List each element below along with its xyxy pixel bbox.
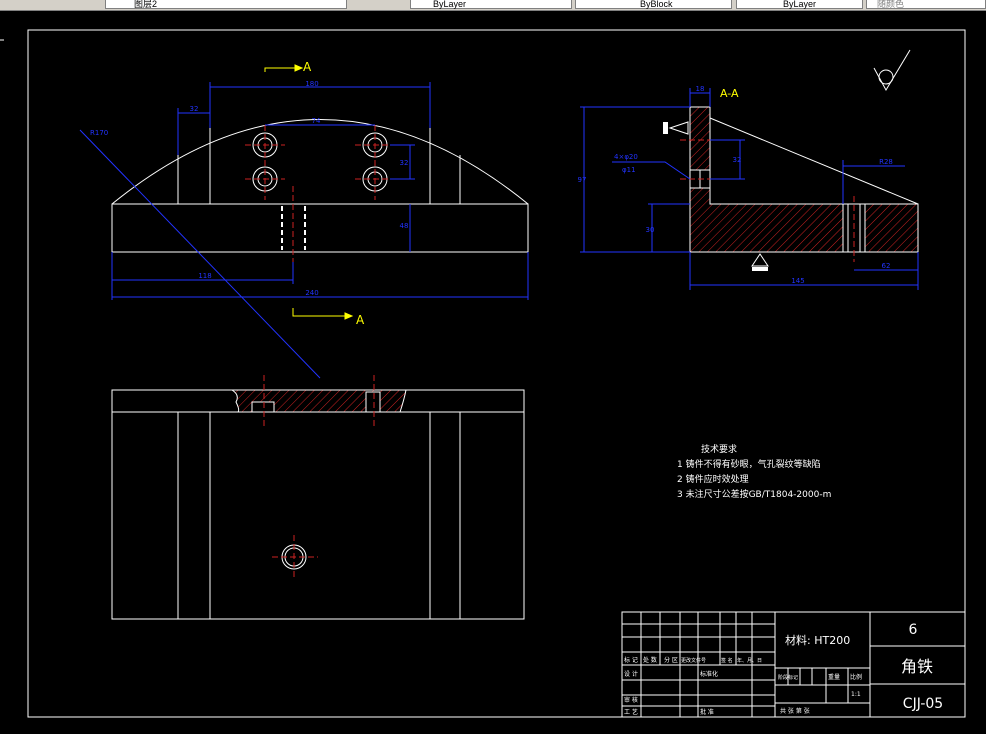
svg-text:97: 97 bbox=[578, 176, 587, 184]
svg-text:18: 18 bbox=[696, 85, 705, 93]
svg-text:标准化: 标准化 bbox=[700, 670, 718, 678]
title-block-text: 材料: HT200 6 角铁 CJJ-05 标 记 处 数 分 区 更改文件号 … bbox=[624, 622, 943, 716]
front-holes bbox=[252, 132, 388, 192]
svg-text:74: 74 bbox=[312, 117, 321, 125]
front-dim-text: 180 74 32 32 48 118 240 R170 bbox=[90, 80, 408, 297]
quantity-value: 6 bbox=[909, 622, 918, 638]
svg-text:分 区: 分 区 bbox=[664, 656, 678, 664]
side-section-view bbox=[663, 106, 919, 271]
svg-text:32: 32 bbox=[733, 156, 742, 164]
linetype-control-dropdown[interactable]: ByBlock bbox=[575, 0, 732, 9]
drawing-canvas[interactable]: 180 74 32 32 48 118 240 R170 A A A-A 18 … bbox=[0, 11, 986, 730]
svg-text:标 记: 标 记 bbox=[624, 656, 638, 664]
svg-text:62: 62 bbox=[882, 262, 891, 270]
lineweight-control-dropdown[interactable]: ByLayer bbox=[736, 0, 863, 9]
svg-text:签 名: 签 名 bbox=[721, 657, 733, 664]
tech-req-title: 技术要求 bbox=[701, 443, 737, 455]
svg-text:比例: 比例 bbox=[850, 673, 862, 681]
tech-req-item: 3 未注尺寸公差按GB/T1804-2000-m bbox=[677, 488, 831, 500]
svg-text:处 数: 处 数 bbox=[643, 656, 657, 664]
material-label: 材料: HT200 bbox=[785, 633, 850, 647]
svg-text:年、月、日: 年、月、日 bbox=[737, 657, 762, 664]
svg-text:180: 180 bbox=[305, 80, 318, 88]
section-arrows bbox=[264, 64, 354, 320]
front-view bbox=[111, 119, 529, 262]
svg-text:更改文件号: 更改文件号 bbox=[681, 657, 706, 664]
svg-text:1:1: 1:1 bbox=[851, 691, 861, 698]
svg-text:批 准: 批 准 bbox=[700, 708, 714, 716]
svg-text:φ11: φ11 bbox=[622, 166, 636, 174]
svg-text:R28: R28 bbox=[879, 158, 893, 166]
color-control-dropdown[interactable]: ByLayer bbox=[410, 0, 572, 9]
drawing-number: CJJ-05 bbox=[903, 696, 943, 712]
svg-text:4×φ20: 4×φ20 bbox=[614, 153, 638, 161]
svg-text:48: 48 bbox=[400, 222, 409, 230]
cad-drawing: 180 74 32 32 48 118 240 R170 A A A-A 18 … bbox=[0, 29, 966, 718]
svg-text:重量: 重量 bbox=[828, 673, 840, 681]
svg-text:工 艺: 工 艺 bbox=[624, 708, 638, 716]
svg-text:审 核: 审 核 bbox=[624, 696, 638, 704]
color-control-value: ByLayer bbox=[433, 0, 467, 9]
svg-text:32: 32 bbox=[400, 159, 409, 167]
cad-toolbar: 图层2 ByLayer ByBlock ByLayer 随颜色 bbox=[0, 0, 986, 11]
layer-name: 图层2 bbox=[134, 0, 158, 9]
section-label-top: A bbox=[303, 60, 312, 74]
top-view bbox=[111, 375, 525, 620]
svg-text:共 张 第 张: 共 张 第 张 bbox=[780, 707, 810, 715]
plotstyle-control-dropdown[interactable]: 随颜色 bbox=[866, 0, 986, 9]
svg-text:阶段标记: 阶段标记 bbox=[778, 674, 798, 681]
layer-dropdown[interactable]: 图层2 bbox=[105, 0, 347, 9]
part-name: 角铁 bbox=[901, 657, 933, 676]
svg-text:30: 30 bbox=[646, 226, 655, 234]
svg-text:145: 145 bbox=[791, 277, 804, 285]
plotstyle-control-value: 随颜色 bbox=[877, 0, 905, 9]
linetype-control-value: ByBlock bbox=[640, 0, 673, 9]
section-view-label: A-A bbox=[720, 87, 739, 100]
side-dim-text: 18 4×φ20 φ11 32 97 30 R28 62 145 bbox=[578, 85, 893, 285]
drawing-frame bbox=[0, 29, 966, 718]
svg-text:240: 240 bbox=[305, 289, 318, 297]
svg-text:32: 32 bbox=[190, 105, 199, 113]
side-dimensions bbox=[580, 88, 919, 290]
tech-req-item: 2 铸件应时效处理 bbox=[677, 473, 749, 485]
svg-text:设 计: 设 计 bbox=[624, 670, 638, 678]
datum-triangle-bottom-icon bbox=[751, 253, 769, 271]
tech-req-item: 1 铸件不得有砂眼，气孔裂纹等缺陷 bbox=[677, 458, 821, 470]
lineweight-control-value: ByLayer bbox=[783, 0, 817, 9]
datum-triangle-left-icon bbox=[663, 121, 689, 135]
roughness-symbol bbox=[873, 49, 911, 92]
svg-text:R170: R170 bbox=[90, 129, 108, 137]
svg-text:118: 118 bbox=[198, 272, 211, 280]
section-label-bottom: A bbox=[356, 313, 365, 327]
tech-requirements: 技术要求 1 铸件不得有砂眼，气孔裂纹等缺陷 2 铸件应时效处理 3 未注尺寸公… bbox=[677, 443, 831, 500]
